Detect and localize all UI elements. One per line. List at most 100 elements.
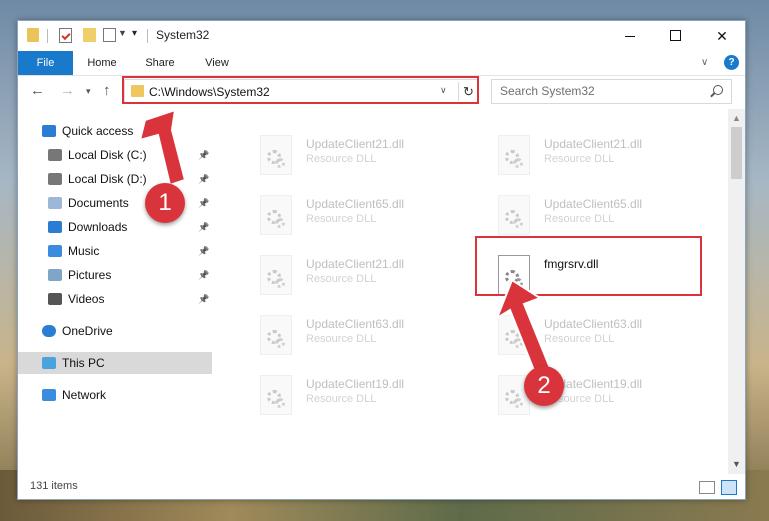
sidebar-item-onedrive[interactable]: OneDrive — [18, 320, 212, 342]
drive-icon — [48, 149, 62, 161]
pin-icon: 📌 — [198, 294, 210, 304]
gear-icon — [513, 218, 523, 228]
tab-file[interactable]: File — [18, 51, 73, 75]
search-icon[interactable] — [713, 85, 723, 95]
file-item[interactable]: UpdateClient65.dll Resource DLL — [472, 189, 692, 237]
file-name: UpdateClient65.dll — [544, 197, 643, 211]
sidebar-item-label: This PC — [62, 356, 105, 370]
dll-file-icon — [260, 375, 292, 415]
dll-file-icon — [260, 315, 292, 355]
file-name: UpdateClient63.dll — [544, 317, 643, 331]
gear-icon — [513, 398, 523, 408]
file-item[interactable]: UpdateClient21.dll Resource DLL — [234, 249, 454, 297]
tab-share[interactable]: Share — [138, 51, 182, 75]
up-button[interactable]: ↑ — [103, 82, 111, 99]
gear-icon — [275, 338, 285, 348]
scroll-down-icon[interactable]: ▼ — [732, 459, 741, 469]
gear-icon — [275, 218, 285, 228]
recent-locations-button[interactable]: ▾ — [86, 86, 91, 97]
view-icon[interactable] — [103, 28, 116, 42]
pin-icon: 📌 — [198, 174, 210, 184]
sidebar-item-label: Local Disk (C:) — [68, 148, 147, 162]
drive-icon — [48, 173, 62, 185]
sidebar-item-pictures[interactable]: Pictures 📌 — [18, 264, 212, 286]
customize-toolbar-icon[interactable]: ▾ — [132, 28, 137, 39]
help-icon[interactable]: ? — [724, 55, 739, 70]
expand-ribbon-icon[interactable]: ∨ — [701, 57, 708, 68]
scroll-up-icon[interactable]: ▲ — [732, 113, 741, 123]
sidebar-item-quick-access[interactable]: Quick access — [18, 120, 212, 142]
close-button[interactable]: ✕ — [699, 21, 745, 51]
properties-icon[interactable] — [59, 28, 72, 43]
sidebar-item-this-pc[interactable]: This PC — [18, 352, 212, 374]
maximize-button[interactable] — [653, 21, 699, 51]
file-item[interactable]: UpdateClient21.dll Resource DLL — [472, 129, 692, 177]
dll-file-icon — [498, 315, 530, 355]
pictures-icon — [48, 269, 62, 281]
pin-icon: 📌 — [198, 246, 210, 256]
title-bar: ▼ ▾ System32 ✕ — [18, 21, 745, 51]
sidebar-item-label: Local Disk (D:) — [68, 172, 147, 186]
chevron-down-icon[interactable]: ▼ — [118, 28, 127, 38]
sidebar-item-local-disk-d[interactable]: Local Disk (D:) 📌 — [18, 168, 212, 190]
file-name: UpdateClient21.dll — [544, 137, 643, 151]
dll-file-icon — [498, 195, 530, 235]
file-type: Resource DLL — [306, 153, 377, 165]
sidebar-item-videos[interactable]: Videos 📌 — [18, 288, 212, 310]
back-button[interactable]: ← — [30, 82, 45, 99]
file-item[interactable]: UpdateClient19.dll Resource DLL — [472, 369, 692, 417]
window-title: System32 — [156, 28, 210, 42]
ribbon: File Home Share View ∨ ? — [18, 51, 745, 76]
callout-step-1: 1 — [145, 183, 185, 223]
file-name: UpdateClient19.dll — [306, 377, 405, 391]
search-input[interactable] — [498, 83, 702, 99]
file-type: Resource DLL — [306, 393, 377, 405]
sidebar-item-downloads[interactable]: Downloads 📌 — [18, 216, 212, 238]
explorer-window: ▼ ▾ System32 ✕ File Home Share View ∨ ? … — [17, 20, 746, 500]
navigation-bar: ← → ▾ ↑ C:\Windows\System32 ∨ ↻ — [18, 76, 745, 108]
gear-icon — [513, 158, 523, 168]
file-type: Resource DLL — [306, 273, 377, 285]
toolbar-separator — [47, 29, 48, 43]
large-icons-view-icon[interactable] — [721, 480, 737, 495]
forward-button[interactable]: → — [60, 82, 75, 99]
details-view-icon[interactable] — [699, 481, 715, 494]
file-type: Resource DLL — [306, 213, 377, 225]
scroll-thumb[interactable] — [731, 127, 742, 179]
sidebar-item-label: Downloads — [68, 220, 128, 234]
file-type: Resource DLL — [544, 153, 615, 165]
file-highlight-box — [475, 236, 702, 296]
file-item[interactable]: UpdateClient63.dll Resource DLL — [472, 309, 692, 357]
sidebar-item-music[interactable]: Music 📌 — [18, 240, 212, 262]
network-icon — [42, 389, 56, 401]
tab-view[interactable]: View — [195, 51, 239, 75]
folder-icon[interactable] — [27, 28, 39, 42]
tab-home[interactable]: Home — [80, 51, 124, 75]
address-highlight-box — [122, 76, 479, 104]
file-item[interactable]: UpdateClient65.dll Resource DLL — [234, 189, 454, 237]
file-item[interactable]: UpdateClient19.dll Resource DLL — [234, 369, 454, 417]
music-icon — [48, 245, 62, 257]
sidebar-item-label: Documents — [68, 196, 129, 210]
sidebar-item-network[interactable]: Network — [18, 384, 212, 406]
status-bar: 131 items — [18, 476, 745, 498]
pin-icon: 📌 — [198, 222, 210, 232]
dll-file-icon — [498, 135, 530, 175]
file-type: Resource DLL — [306, 333, 377, 345]
sidebar-item-label: OneDrive — [62, 324, 113, 338]
vertical-scrollbar[interactable]: ▲ ▼ — [728, 109, 745, 474]
minimize-button[interactable] — [607, 21, 653, 51]
new-folder-icon[interactable] — [83, 28, 96, 42]
dll-file-icon — [260, 135, 292, 175]
file-name: UpdateClient21.dll — [306, 137, 405, 151]
close-icon: ✕ — [716, 28, 728, 44]
maximize-icon — [670, 30, 681, 41]
sidebar-item-label: Videos — [68, 292, 105, 306]
search-box[interactable] — [491, 79, 732, 104]
file-item[interactable]: UpdateClient63.dll Resource DLL — [234, 309, 454, 357]
star-icon — [42, 125, 56, 137]
sidebar-item-label: Network — [62, 388, 107, 402]
sidebar-item-local-disk-c[interactable]: Local Disk (C:) 📌 — [18, 144, 212, 166]
gear-icon — [275, 278, 285, 288]
file-item[interactable]: UpdateClient21.dll Resource DLL — [234, 129, 454, 177]
